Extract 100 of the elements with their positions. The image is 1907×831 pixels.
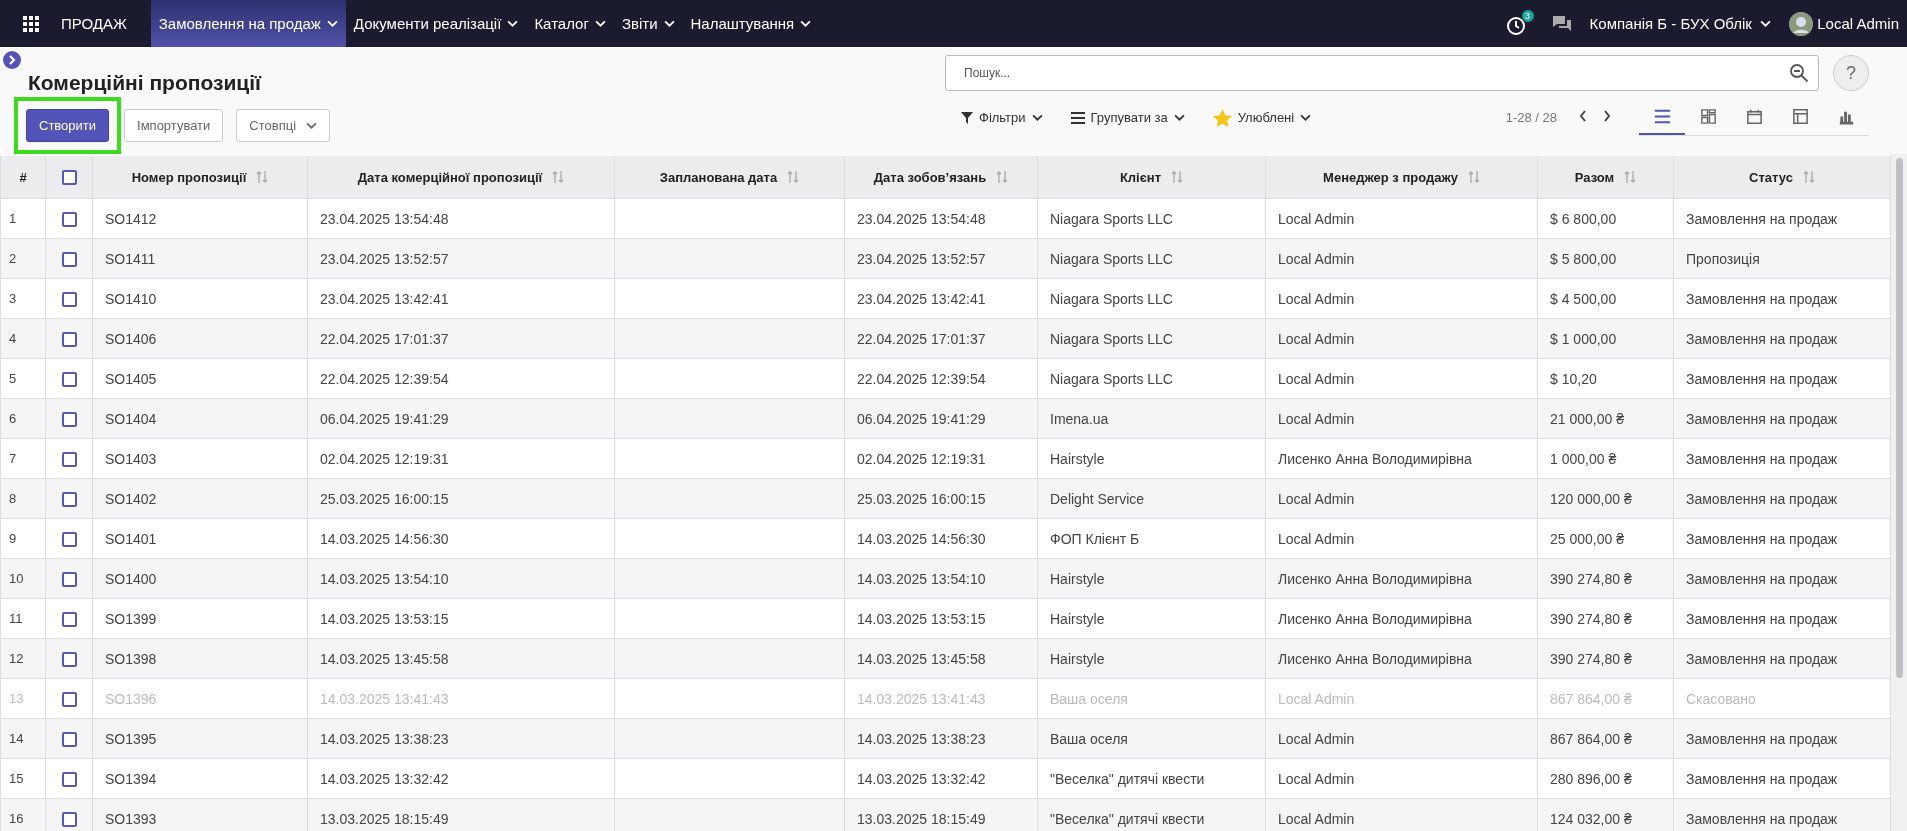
scrollbar-thumb[interactable]: [1895, 158, 1903, 678]
row-checkbox[interactable]: [61, 291, 77, 307]
row-checkbox[interactable]: [61, 211, 77, 227]
table-cell: 23.04.2025 13:54:48: [307, 198, 615, 239]
table-cell: 06.04.2025 19:41:29: [307, 398, 615, 439]
table-cell: Local Admin: [1265, 318, 1538, 359]
table-cell: 14.03.2025 14:56:30: [307, 518, 615, 559]
caret-icon: [594, 20, 606, 27]
table-cell: Ваша оселя: [1037, 678, 1266, 719]
column-header[interactable]: Запланована дата: [659, 169, 778, 185]
nav-menu[interactable]: Каталог: [526, 0, 614, 47]
nav-menu[interactable]: Налаштування: [682, 0, 820, 47]
table-cell: Лисенко Анна Володимирівна: [1265, 438, 1538, 479]
row-checkbox[interactable]: [61, 411, 77, 427]
row-checkbox[interactable]: [61, 531, 77, 547]
pager-text[interactable]: 1-28 / 28: [1505, 110, 1557, 125]
row-number: 1: [0, 198, 46, 239]
avatar-icon[interactable]: [1789, 11, 1814, 36]
row-number: 10: [0, 558, 46, 599]
table-cell: SO1405: [92, 358, 308, 399]
row-checkbox[interactable]: [61, 811, 77, 827]
table-cell: 23.04.2025 13:52:57: [844, 238, 1038, 279]
table-cell: SO1400: [92, 558, 308, 599]
column-header[interactable]: Клієнт: [1119, 169, 1162, 185]
table-cell: 14.03.2025 13:38:23: [307, 718, 615, 759]
table-cell: "Веселка" дитячі квести: [1037, 758, 1266, 799]
table-cell: 14.03.2025 13:54:10: [844, 558, 1038, 599]
row-checkbox[interactable]: [61, 691, 77, 707]
row-number: 8: [0, 478, 46, 519]
grid-icon: [1698, 106, 1718, 126]
table-cell: Local Admin: [1265, 478, 1538, 519]
nav-menu[interactable]: Документи реалізації: [345, 0, 527, 47]
table-cell: 23.04.2025 13:54:48: [844, 198, 1038, 239]
table-cell: 13.03.2025 18:15:49: [844, 798, 1038, 831]
select-all-checkbox[interactable]: [61, 170, 77, 186]
table-cell: SO1398: [92, 638, 308, 679]
favorites-button[interactable]: Улюблені: [1212, 104, 1312, 131]
table-cell: 22.04.2025 12:39:54: [844, 358, 1038, 399]
search-field[interactable]: Пошук...: [945, 55, 1819, 91]
column-header[interactable]: Разом: [1574, 169, 1615, 185]
row-checkbox[interactable]: [61, 731, 77, 747]
nav-menu[interactable]: Звіти: [613, 0, 683, 47]
table-cell: Замовлення на продаж: [1673, 638, 1891, 679]
row-checkbox[interactable]: [61, 771, 77, 787]
table-cell: 867 864,00 ₴: [1537, 718, 1674, 759]
row-checkbox[interactable]: [61, 651, 77, 667]
table-cell: 23.04.2025 13:52:57: [307, 238, 615, 279]
table-cell: SO1395: [92, 718, 308, 759]
row-checkbox[interactable]: [61, 331, 77, 347]
table-cell: 867 864,00 ₴: [1537, 678, 1674, 719]
table-cell: Замовлення на продаж: [1673, 318, 1891, 359]
chat-icon[interactable]: [1551, 14, 1572, 33]
caret-icon: [306, 122, 318, 129]
company-switcher[interactable]: Компанія Б - БУХ Облік: [1589, 15, 1772, 32]
caret-icon: [507, 20, 519, 27]
filters-button[interactable]: Фільтри: [961, 106, 1043, 129]
column-header[interactable]: Менеджер з продажу: [1323, 169, 1458, 185]
table-cell: Замовлення на продаж: [1673, 198, 1891, 239]
row-checkbox[interactable]: [61, 491, 77, 507]
chevron-right-icon[interactable]: [3, 51, 21, 69]
table-cell: Лисенко Анна Володимирівна: [1265, 558, 1538, 599]
table-cell: Local Admin: [1265, 798, 1538, 831]
row-checkbox[interactable]: [61, 571, 77, 587]
table-cell: 22.04.2025 17:01:37: [307, 318, 615, 359]
column-header: #: [0, 156, 46, 199]
caret-icon: [1031, 114, 1043, 121]
columns-button[interactable]: Стовпці: [236, 109, 331, 142]
create-button[interactable]: Створити: [26, 109, 110, 142]
table-cell: 14.03.2025 13:32:42: [844, 758, 1038, 799]
row-checkbox[interactable]: [61, 611, 77, 627]
row-number: 9: [0, 518, 46, 559]
row-number: 12: [0, 638, 46, 679]
table-cell: 120 000,00 ₴: [1537, 478, 1674, 519]
table-cell: 14.03.2025 13:41:43: [844, 678, 1038, 719]
nav-menu[interactable]: Замовлення на продаж: [150, 0, 346, 47]
table-cell: Лисенко Анна Володимирівна: [1265, 638, 1538, 679]
user-name[interactable]: Local Admin: [1817, 15, 1899, 32]
table-cell: Hairstyle: [1037, 558, 1266, 599]
table-cell: 14.03.2025 14:56:30: [844, 518, 1038, 559]
column-header[interactable]: Статус: [1749, 169, 1793, 185]
activity-count: 3: [1521, 9, 1534, 22]
import-button[interactable]: Імпортувати: [124, 109, 224, 142]
table-cell: Скасовано: [1673, 678, 1891, 719]
group-by-button[interactable]: Групувати за: [1070, 106, 1185, 129]
table-cell: Hairstyle: [1037, 638, 1266, 679]
table-cell: Замовлення на продаж: [1673, 558, 1891, 599]
table-cell: ФОП Клієнт Б: [1037, 518, 1266, 559]
help-button[interactable]: ?: [1833, 55, 1869, 91]
row-checkbox[interactable]: [61, 251, 77, 267]
table-cell: 280 896,00 ₴: [1537, 758, 1674, 799]
table-cell: SO1406: [92, 318, 308, 359]
apps-menu-icon[interactable]: [23, 15, 39, 32]
table-cell: 25.03.2025 16:00:15: [307, 478, 615, 519]
row-checkbox[interactable]: [61, 371, 77, 387]
row-checkbox[interactable]: [61, 451, 77, 467]
table-cell: 13.03.2025 18:15:49: [307, 798, 615, 831]
table-cell: SO1403: [92, 438, 308, 479]
table-cell: Пропозиція: [1673, 238, 1891, 279]
search-icon[interactable]: [1789, 63, 1809, 83]
column-header[interactable]: Номер пропозиції: [131, 169, 247, 185]
